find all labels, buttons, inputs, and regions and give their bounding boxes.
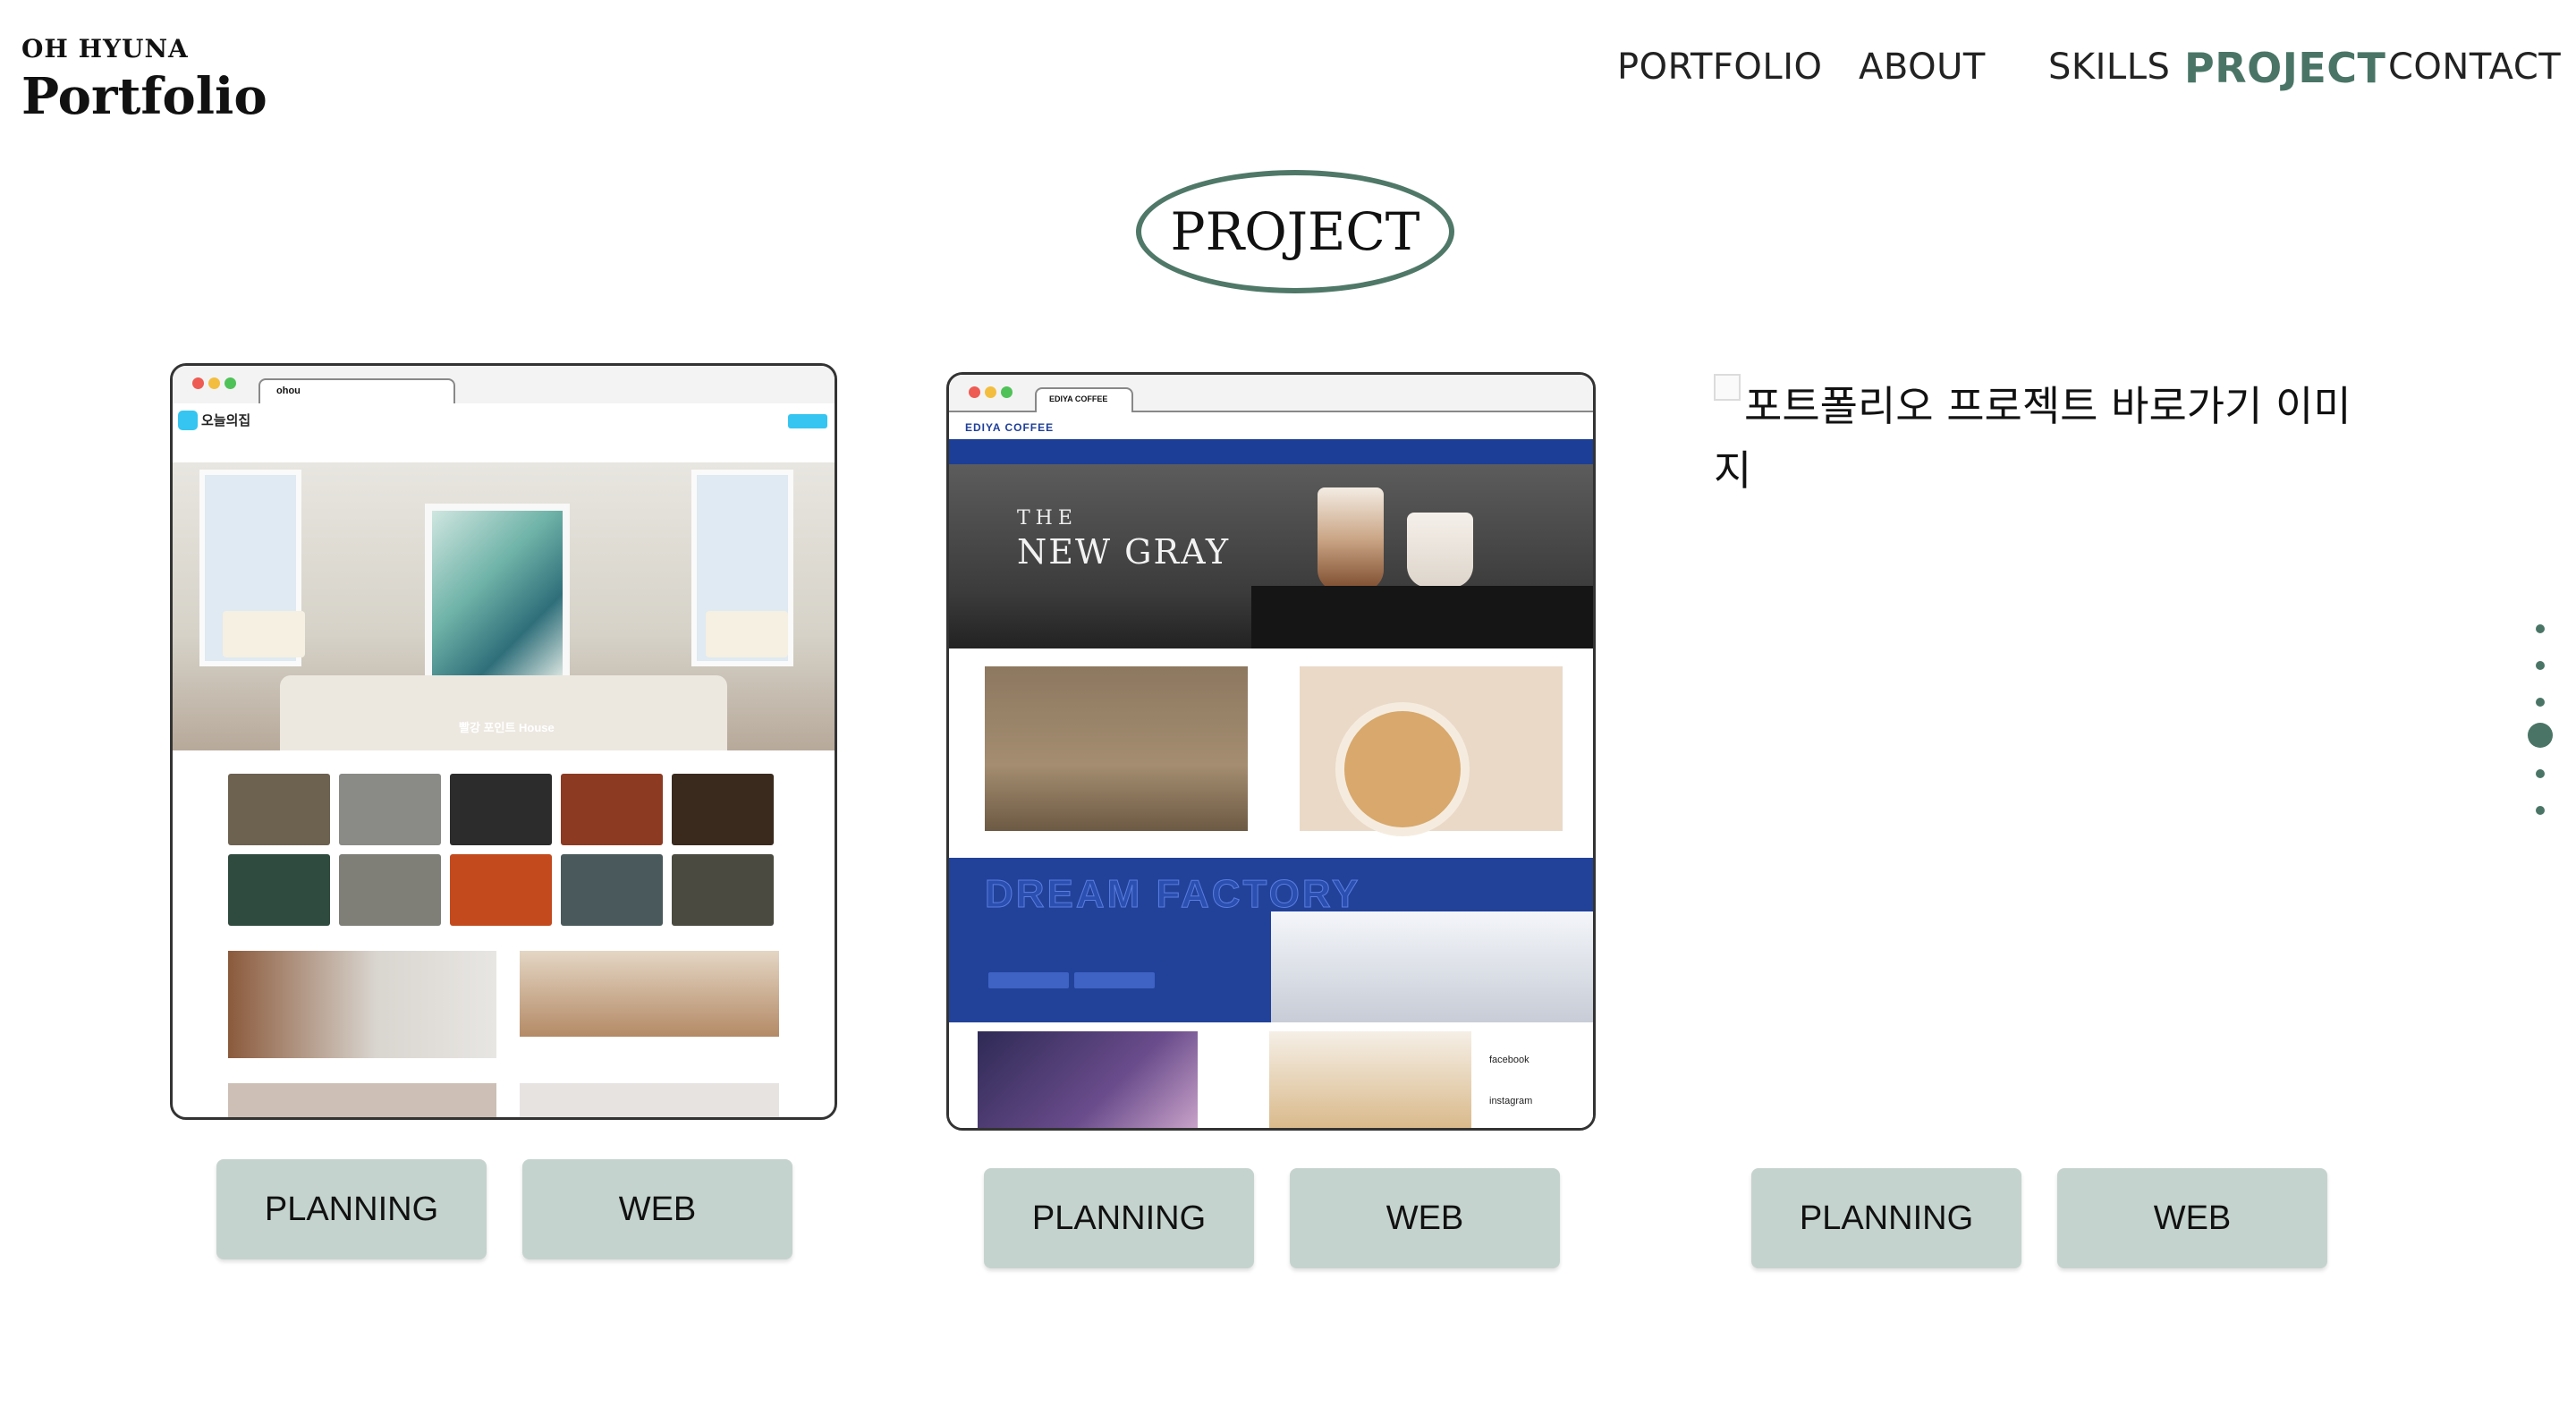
category-tile bbox=[672, 854, 774, 926]
menu-brand-section bbox=[949, 648, 1593, 858]
project-3-planning-button[interactable]: PLANNING bbox=[1751, 1168, 2021, 1268]
preview-image bbox=[520, 951, 779, 1037]
project-1-screenshot[interactable]: ohou 오늘의집 빨강 포인트 House bbox=[170, 363, 837, 1120]
pager-dot[interactable] bbox=[2536, 769, 2545, 778]
category-tile bbox=[450, 854, 552, 926]
project-2-planning-button[interactable]: PLANNING bbox=[984, 1168, 1254, 1268]
category-tile bbox=[339, 774, 441, 845]
project-2-screenshot[interactable]: EDIYA COFFEE EDIYA COFFEE THE NEW GRAY D… bbox=[946, 372, 1596, 1131]
category-tile bbox=[339, 854, 441, 926]
category-tile bbox=[228, 774, 330, 845]
nav-contact[interactable]: CONTACT bbox=[2388, 47, 2561, 88]
browser-chrome: ohou bbox=[173, 366, 835, 405]
section-title: PROJECT bbox=[1170, 201, 1420, 262]
browser-chrome: EDIYA COFFEE bbox=[949, 375, 1593, 412]
lamp-right bbox=[706, 611, 788, 657]
menu-panel bbox=[985, 666, 1248, 831]
browser-tab: EDIYA COFFEE bbox=[1035, 387, 1133, 412]
sofa bbox=[280, 675, 727, 750]
category-tile bbox=[672, 774, 774, 845]
project-1-web-button[interactable]: WEB bbox=[522, 1159, 792, 1259]
footer-image bbox=[1269, 1031, 1471, 1128]
hero-banner: THE NEW GRAY bbox=[949, 464, 1593, 648]
maximize-dot-icon bbox=[225, 377, 236, 389]
site-header: EDIYA COFFEE bbox=[949, 412, 1593, 439]
minimize-dot-icon bbox=[985, 386, 996, 398]
project-2-web-button[interactable]: WEB bbox=[1290, 1168, 1560, 1268]
browser-tab: ohou bbox=[258, 378, 455, 403]
project-1-planning-button[interactable]: PLANNING bbox=[216, 1159, 487, 1259]
dream-factory-section: DREAM FACTORY bbox=[949, 858, 1593, 1022]
preview-image bbox=[228, 1083, 496, 1117]
category-tile bbox=[561, 774, 663, 845]
brand-story-panel bbox=[1300, 666, 1563, 836]
hero-image: 빨강 포인트 House bbox=[173, 462, 835, 750]
nav-project[interactable]: PROJECT bbox=[2184, 44, 2385, 92]
footer-image bbox=[978, 1031, 1198, 1128]
site-header: 오늘의집 bbox=[173, 403, 835, 440]
drink-cup bbox=[1407, 513, 1473, 588]
category-tile bbox=[450, 774, 552, 845]
site-menu bbox=[173, 439, 835, 463]
content-previews bbox=[228, 951, 779, 1117]
wall-painting bbox=[425, 504, 570, 691]
minimize-dot-icon bbox=[208, 377, 220, 389]
facebook-link: facebook bbox=[1489, 1055, 1530, 1065]
preview-image bbox=[520, 1083, 779, 1117]
preview-image bbox=[228, 951, 496, 1058]
section-title-badge: PROJECT bbox=[1136, 170, 1454, 293]
category-tile bbox=[561, 854, 663, 926]
hero-caption: 빨강 포인트 House bbox=[459, 721, 555, 734]
pager-dot[interactable] bbox=[2536, 698, 2545, 707]
dream-factory-title: DREAM FACTORY bbox=[984, 872, 1361, 917]
site-name: 오늘의집 bbox=[201, 413, 251, 428]
pager-dot[interactable] bbox=[2536, 624, 2545, 633]
close-dot-icon bbox=[969, 386, 980, 398]
nav-skills[interactable]: SKILLS bbox=[2048, 47, 2170, 88]
site-logo-icon bbox=[178, 411, 198, 430]
pager-dot-active[interactable] bbox=[2528, 723, 2553, 748]
pager-dot[interactable] bbox=[2536, 661, 2545, 670]
project-3-web-button[interactable]: WEB bbox=[2057, 1168, 2327, 1268]
maximize-dot-icon bbox=[1001, 386, 1013, 398]
drink-cup bbox=[1318, 487, 1384, 591]
image-alt-text: 포트폴리오 프로젝트 바로가기 이미지 bbox=[1714, 382, 2351, 495]
hero-line-1: THE bbox=[1017, 507, 1078, 530]
lamp-left bbox=[223, 611, 305, 657]
brand-subtitle: OH HYUNA bbox=[21, 34, 189, 64]
display-stand bbox=[1251, 586, 1593, 648]
site-footer: facebook instagram bbox=[949, 1022, 1593, 1128]
site-nav bbox=[949, 439, 1593, 464]
instagram-link: instagram bbox=[1489, 1096, 1533, 1106]
section-button bbox=[1074, 972, 1155, 988]
main-nav: PORTFOLIO ABOUT SKILLS PROJECT CONTACT bbox=[1617, 44, 2561, 100]
section-button bbox=[988, 972, 1069, 988]
factory-building bbox=[1271, 911, 1593, 1022]
brand-title[interactable]: Portfolio bbox=[21, 67, 267, 126]
latte-art bbox=[1335, 702, 1470, 836]
brand: OH HYUNA Portfolio bbox=[21, 34, 267, 126]
site-logo: EDIYA COFFEE bbox=[965, 421, 1055, 434]
hero-line-2: NEW GRAY bbox=[1017, 532, 1231, 572]
nav-portfolio[interactable]: PORTFOLIO bbox=[1617, 47, 1822, 88]
section-pager bbox=[2522, 617, 2558, 823]
category-tile bbox=[228, 854, 330, 926]
close-dot-icon bbox=[192, 377, 204, 389]
nav-about[interactable]: ABOUT bbox=[1859, 47, 1986, 88]
pager-dot[interactable] bbox=[2536, 806, 2545, 815]
site-search-button bbox=[788, 414, 827, 428]
